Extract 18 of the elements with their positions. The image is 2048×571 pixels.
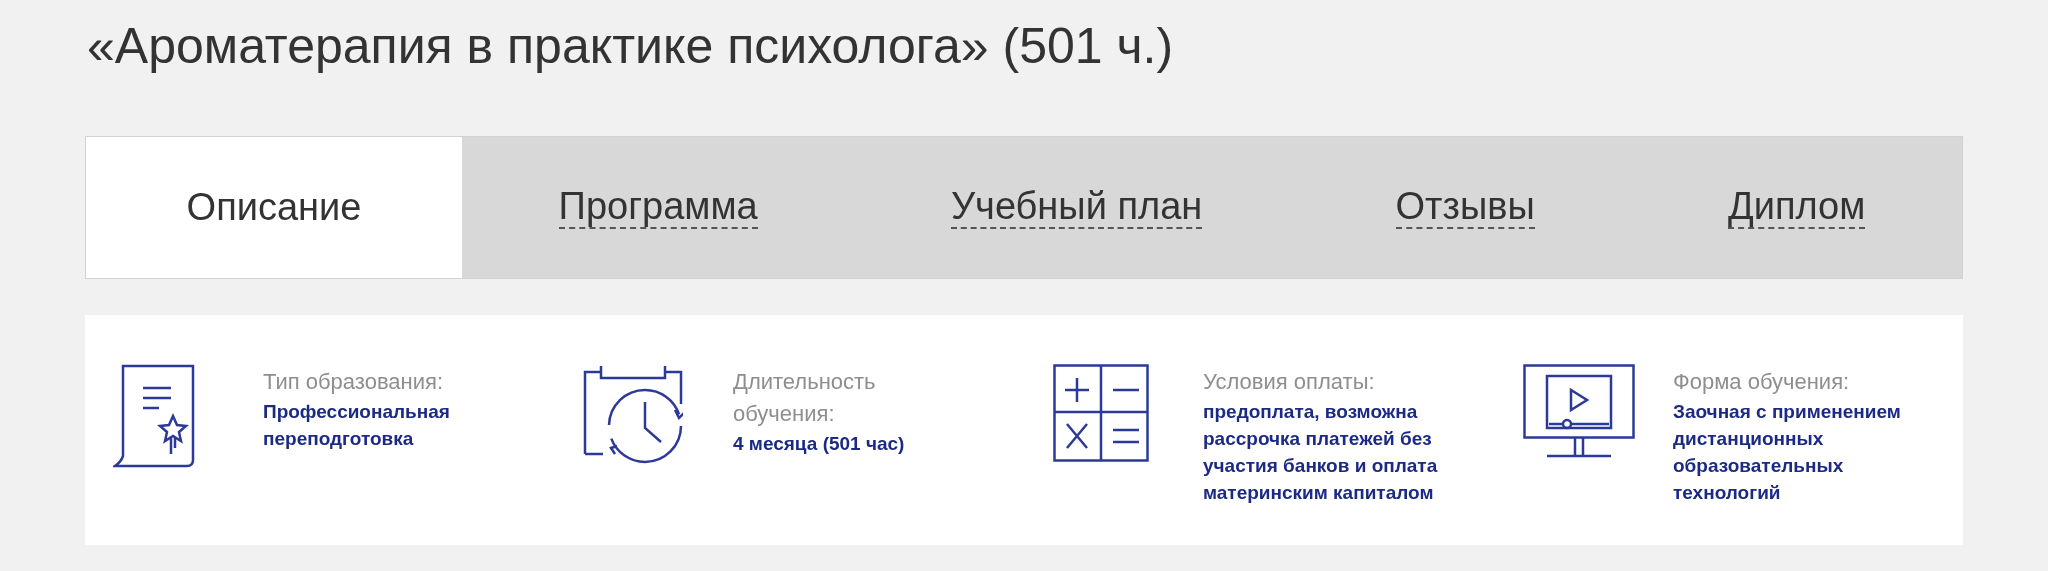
info-label: Тип образования: <box>263 368 445 396</box>
info-value: предоплата, возможна рассрочка платежей без участия банков и оплата материнским капиталом <box>1203 400 1439 505</box>
monitor-icon <box>1523 364 1635 458</box>
info-value: Заочная с применением дистанционных образовательных технологий <box>1673 400 1902 505</box>
tab[interactable]: Отзывы <box>1298 137 1632 278</box>
info-label: Длительность обучения: <box>733 368 877 428</box>
info-label: Условия оплаты: <box>1203 368 1376 396</box>
page-title: «Ароматерапия в практике психолога» (501 ч.) <box>87 17 1175 76</box>
tab[interactable]: Диплом <box>1631 137 1962 278</box>
info-value: Профессиональная переподготовка <box>263 400 451 451</box>
tab[interactable]: Учебный план <box>854 137 1299 278</box>
info-label: Форма обучения: <box>1673 368 1851 396</box>
calendar-clock-icon <box>583 364 683 466</box>
info-value: 4 месяца (501 час) <box>733 432 906 456</box>
tab[interactable]: Программа <box>462 137 855 278</box>
calculator-icon <box>1053 364 1149 462</box>
tab[interactable]: Описание <box>86 137 462 278</box>
certificate-icon <box>113 364 197 468</box>
